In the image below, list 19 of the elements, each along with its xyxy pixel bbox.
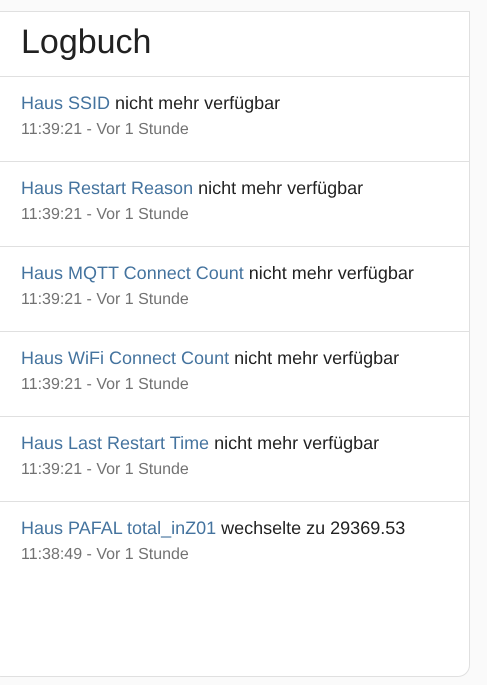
log-message: Haus Restart Reason nicht mehr verfügbar bbox=[21, 177, 364, 200]
card-title: Logbuch bbox=[0, 12, 469, 77]
entity-link[interactable]: Haus PAFAL total_inZ01 bbox=[21, 518, 216, 538]
log-time: 11:39:21 - Vor 1 Stunde bbox=[21, 375, 190, 395]
log-message: Haus SSID nicht mehr verfügbar bbox=[21, 92, 282, 115]
log-message: Haus Last Restart Time nicht mehr verfügbar bbox=[21, 432, 380, 455]
log-time: 11:39:21 - Vor 1 Stunde bbox=[21, 120, 190, 140]
log-message: Haus WiFi Connect Count nicht mehr verfügbar bbox=[21, 347, 400, 370]
log-time: 11:39:21 - Vor 1 Stunde bbox=[21, 205, 190, 225]
log-time: 11:39:21 - Vor 1 Stunde bbox=[21, 290, 190, 310]
entity-link[interactable]: Haus SSID bbox=[21, 93, 110, 113]
entity-link[interactable]: Haus Last Restart Time bbox=[21, 433, 210, 453]
entity-link[interactable]: Haus MQTT Connect Count bbox=[21, 263, 244, 283]
log-time: 11:39:21 - Vor 1 Stunde bbox=[21, 460, 190, 480]
log-time: 11:38:49 - Vor 1 Stunde bbox=[21, 545, 190, 565]
entity-link[interactable]: Haus WiFi Connect Count bbox=[21, 348, 230, 368]
log-message: Haus PAFAL total_inZ01 wechselte zu 29369.53 bbox=[21, 517, 406, 540]
entity-link[interactable]: Haus Restart Reason bbox=[21, 178, 194, 198]
log-message: Haus MQTT Connect Count nicht mehr verfügbar bbox=[21, 262, 415, 285]
